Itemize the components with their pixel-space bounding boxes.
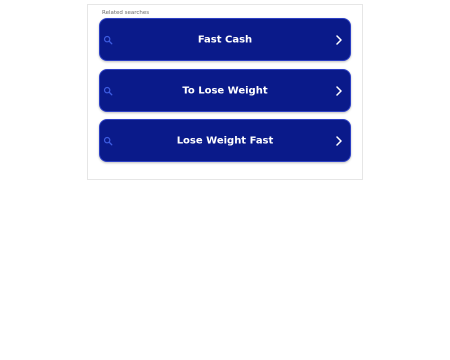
related-search-button-to-lose-weight[interactable]: To Lose Weight bbox=[99, 69, 351, 112]
related-searches-panel: Related searches Fast Cash To Lose Weigh… bbox=[87, 4, 363, 180]
chevron-right-icon bbox=[336, 34, 342, 45]
related-search-button-lose-weight-fast[interactable]: Lose Weight Fast bbox=[99, 119, 351, 162]
related-search-label: Lose Weight Fast bbox=[176, 135, 274, 146]
chevron-right-icon bbox=[336, 135, 342, 146]
related-search-label: Fast Cash bbox=[197, 34, 253, 45]
related-searches-heading: Related searches bbox=[102, 10, 150, 16]
related-search-button-fast-cash[interactable]: Fast Cash bbox=[99, 18, 351, 61]
related-search-label: To Lose Weight bbox=[182, 85, 268, 96]
chevron-right-icon bbox=[336, 85, 342, 96]
